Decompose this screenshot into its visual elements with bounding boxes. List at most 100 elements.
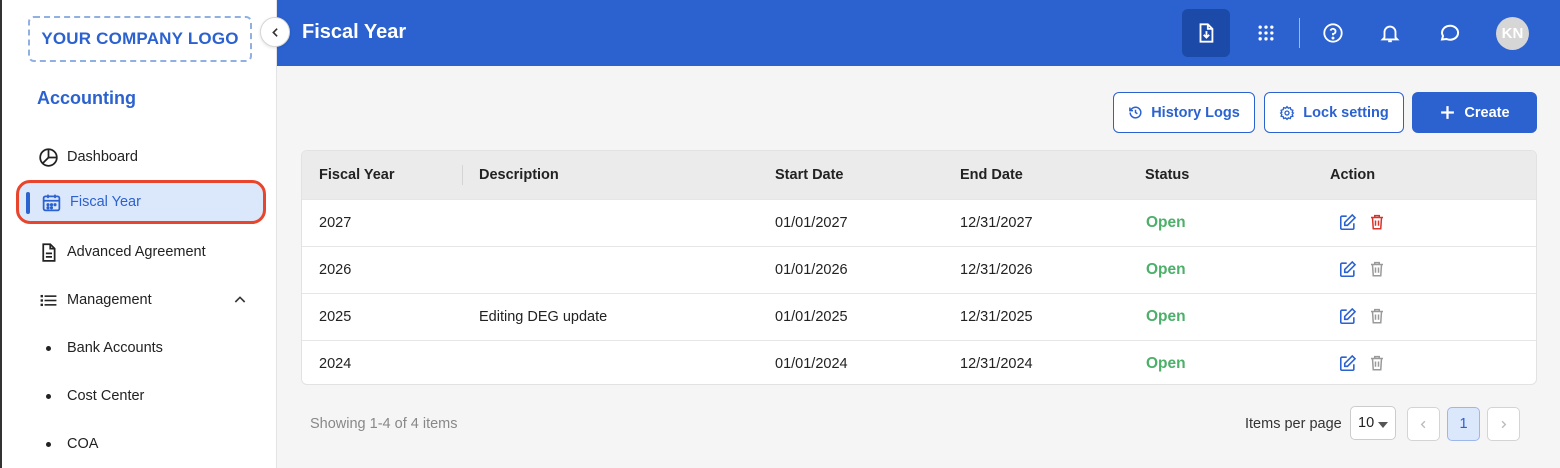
row-actions bbox=[1338, 354, 1386, 373]
header-divider bbox=[1299, 18, 1300, 48]
sidebar-item-fiscal-year[interactable]: Fiscal Year bbox=[16, 180, 266, 224]
apps-grid-button[interactable] bbox=[1242, 9, 1290, 57]
items-per-page-label: Items per page bbox=[1245, 416, 1342, 432]
create-label: Create bbox=[1464, 104, 1510, 121]
plus-icon bbox=[1439, 104, 1456, 121]
delete-icon[interactable] bbox=[1368, 213, 1386, 232]
history-logs-button[interactable]: History Logs bbox=[1113, 92, 1255, 133]
chevron-right-icon bbox=[1498, 419, 1509, 430]
prev-page-button[interactable] bbox=[1407, 407, 1440, 441]
cell-end-date: 12/31/2026 bbox=[960, 262, 1033, 278]
chevron-up-icon[interactable] bbox=[232, 292, 248, 312]
cell-fiscal-year: 2027 bbox=[319, 215, 352, 231]
edit-icon[interactable] bbox=[1338, 260, 1357, 279]
page-button-current[interactable]: 1 bbox=[1447, 407, 1480, 441]
table-row[interactable]: 2025 Editing DEG update 01/01/2025 12/31… bbox=[302, 293, 1536, 340]
delete-icon-disabled bbox=[1368, 354, 1386, 373]
sidebar-subitem-bank-accounts[interactable]: Bank Accounts bbox=[16, 328, 266, 368]
sidebar-item-label: Fiscal Year bbox=[70, 194, 141, 210]
column-header-description[interactable]: Description bbox=[479, 167, 559, 183]
cell-fiscal-year: 2025 bbox=[319, 309, 352, 325]
cell-start-date: 01/01/2027 bbox=[775, 215, 848, 231]
delete-icon-disabled bbox=[1368, 260, 1386, 279]
document-icon bbox=[37, 241, 59, 263]
table-header: Fiscal Year Description Start Date End D… bbox=[302, 151, 1536, 199]
column-header-fiscal-year[interactable]: Fiscal Year bbox=[319, 167, 395, 183]
cell-status: Open bbox=[1146, 308, 1186, 325]
items-per-page-select[interactable]: 10 bbox=[1350, 406, 1396, 440]
download-icon bbox=[1195, 22, 1217, 44]
bullet-icon bbox=[46, 345, 51, 351]
table-row[interactable]: 2024 01/01/2024 12/31/2024 Open bbox=[302, 340, 1536, 384]
edit-icon[interactable] bbox=[1338, 307, 1357, 326]
company-logo: YOUR COMPANY LOGO bbox=[28, 16, 252, 62]
pie-chart-icon bbox=[37, 146, 59, 168]
bullet-icon bbox=[46, 393, 51, 399]
cell-start-date: 01/01/2025 bbox=[775, 309, 848, 325]
chat-icon bbox=[1437, 21, 1461, 45]
lock-setting-label: Lock setting bbox=[1303, 104, 1389, 121]
list-icon bbox=[37, 289, 59, 311]
history-logs-label: History Logs bbox=[1151, 104, 1240, 121]
items-per-page-value: 10 bbox=[1358, 415, 1375, 431]
bullet-icon bbox=[46, 441, 51, 447]
sidebar-item-dashboard[interactable]: Dashboard bbox=[16, 135, 266, 179]
sidebar-item-label: Management bbox=[67, 292, 152, 308]
cell-fiscal-year: 2024 bbox=[319, 356, 352, 372]
cell-description: Editing DEG update bbox=[479, 309, 608, 325]
cell-fiscal-year: 2026 bbox=[319, 262, 352, 278]
cell-start-date: 01/01/2026 bbox=[775, 262, 848, 278]
help-button[interactable] bbox=[1309, 9, 1357, 57]
download-button[interactable] bbox=[1182, 9, 1230, 57]
section-title: Accounting bbox=[37, 88, 136, 108]
bell-icon bbox=[1379, 22, 1401, 44]
notifications-button[interactable] bbox=[1366, 9, 1414, 57]
cell-status: Open bbox=[1146, 214, 1186, 231]
column-divider bbox=[462, 165, 463, 185]
cell-end-date: 12/31/2027 bbox=[960, 215, 1033, 231]
sidebar-item-advanced-agreement[interactable]: Advanced Agreement bbox=[16, 230, 266, 274]
column-header-action: Action bbox=[1330, 167, 1376, 183]
sidebar-subitem-label: COA bbox=[67, 436, 99, 452]
create-button[interactable]: Create bbox=[1412, 92, 1537, 133]
edit-icon[interactable] bbox=[1338, 354, 1357, 373]
sidebar-subitem-label: Bank Accounts bbox=[67, 340, 163, 356]
table-row[interactable]: 2027 01/01/2027 12/31/2027 Open bbox=[302, 199, 1536, 246]
top-header: Fiscal Year KN bbox=[277, 0, 1560, 66]
sidebar-collapse-button[interactable] bbox=[260, 17, 290, 47]
chat-button[interactable] bbox=[1425, 9, 1473, 57]
column-header-start-date[interactable]: Start Date bbox=[775, 167, 844, 183]
table-row[interactable]: 2026 01/01/2026 12/31/2026 Open bbox=[302, 246, 1536, 293]
apps-grid-icon bbox=[1256, 23, 1276, 43]
sidebar-subitem-cost-center[interactable]: Cost Center bbox=[16, 376, 266, 416]
row-actions bbox=[1338, 260, 1386, 279]
cell-end-date: 12/31/2024 bbox=[960, 356, 1033, 372]
row-actions bbox=[1338, 307, 1386, 326]
sidebar-item-label: Dashboard bbox=[67, 149, 138, 165]
column-header-status[interactable]: Status bbox=[1145, 167, 1189, 183]
next-page-button[interactable] bbox=[1487, 407, 1520, 441]
gear-icon bbox=[1279, 105, 1295, 121]
help-icon bbox=[1322, 22, 1344, 44]
user-avatar[interactable]: KN bbox=[1496, 17, 1529, 50]
sidebar-item-label: Advanced Agreement bbox=[67, 244, 206, 260]
calendar-icon bbox=[40, 191, 62, 213]
caret-down-icon bbox=[1378, 422, 1388, 428]
column-header-end-date[interactable]: End Date bbox=[960, 167, 1023, 183]
fiscal-year-table: Fiscal Year Description Start Date End D… bbox=[301, 150, 1537, 385]
delete-icon-disabled bbox=[1368, 307, 1386, 326]
sidebar: YOUR COMPANY LOGO Accounting Dashboard F… bbox=[0, 0, 277, 468]
page-title: Fiscal Year bbox=[302, 21, 407, 43]
edit-icon[interactable] bbox=[1338, 213, 1357, 232]
cell-status: Open bbox=[1146, 261, 1186, 278]
lock-setting-button[interactable]: Lock setting bbox=[1264, 92, 1404, 133]
history-icon bbox=[1128, 105, 1143, 120]
row-actions bbox=[1338, 213, 1386, 232]
cell-end-date: 12/31/2025 bbox=[960, 309, 1033, 325]
cell-status: Open bbox=[1146, 355, 1186, 372]
chevron-left-icon bbox=[269, 26, 282, 39]
sidebar-item-management[interactable]: Management bbox=[16, 278, 266, 322]
sidebar-subitem-coa[interactable]: COA bbox=[16, 424, 266, 464]
sidebar-subitem-label: Cost Center bbox=[67, 388, 145, 404]
items-count-text: Showing 1-4 of 4 items bbox=[310, 416, 458, 432]
